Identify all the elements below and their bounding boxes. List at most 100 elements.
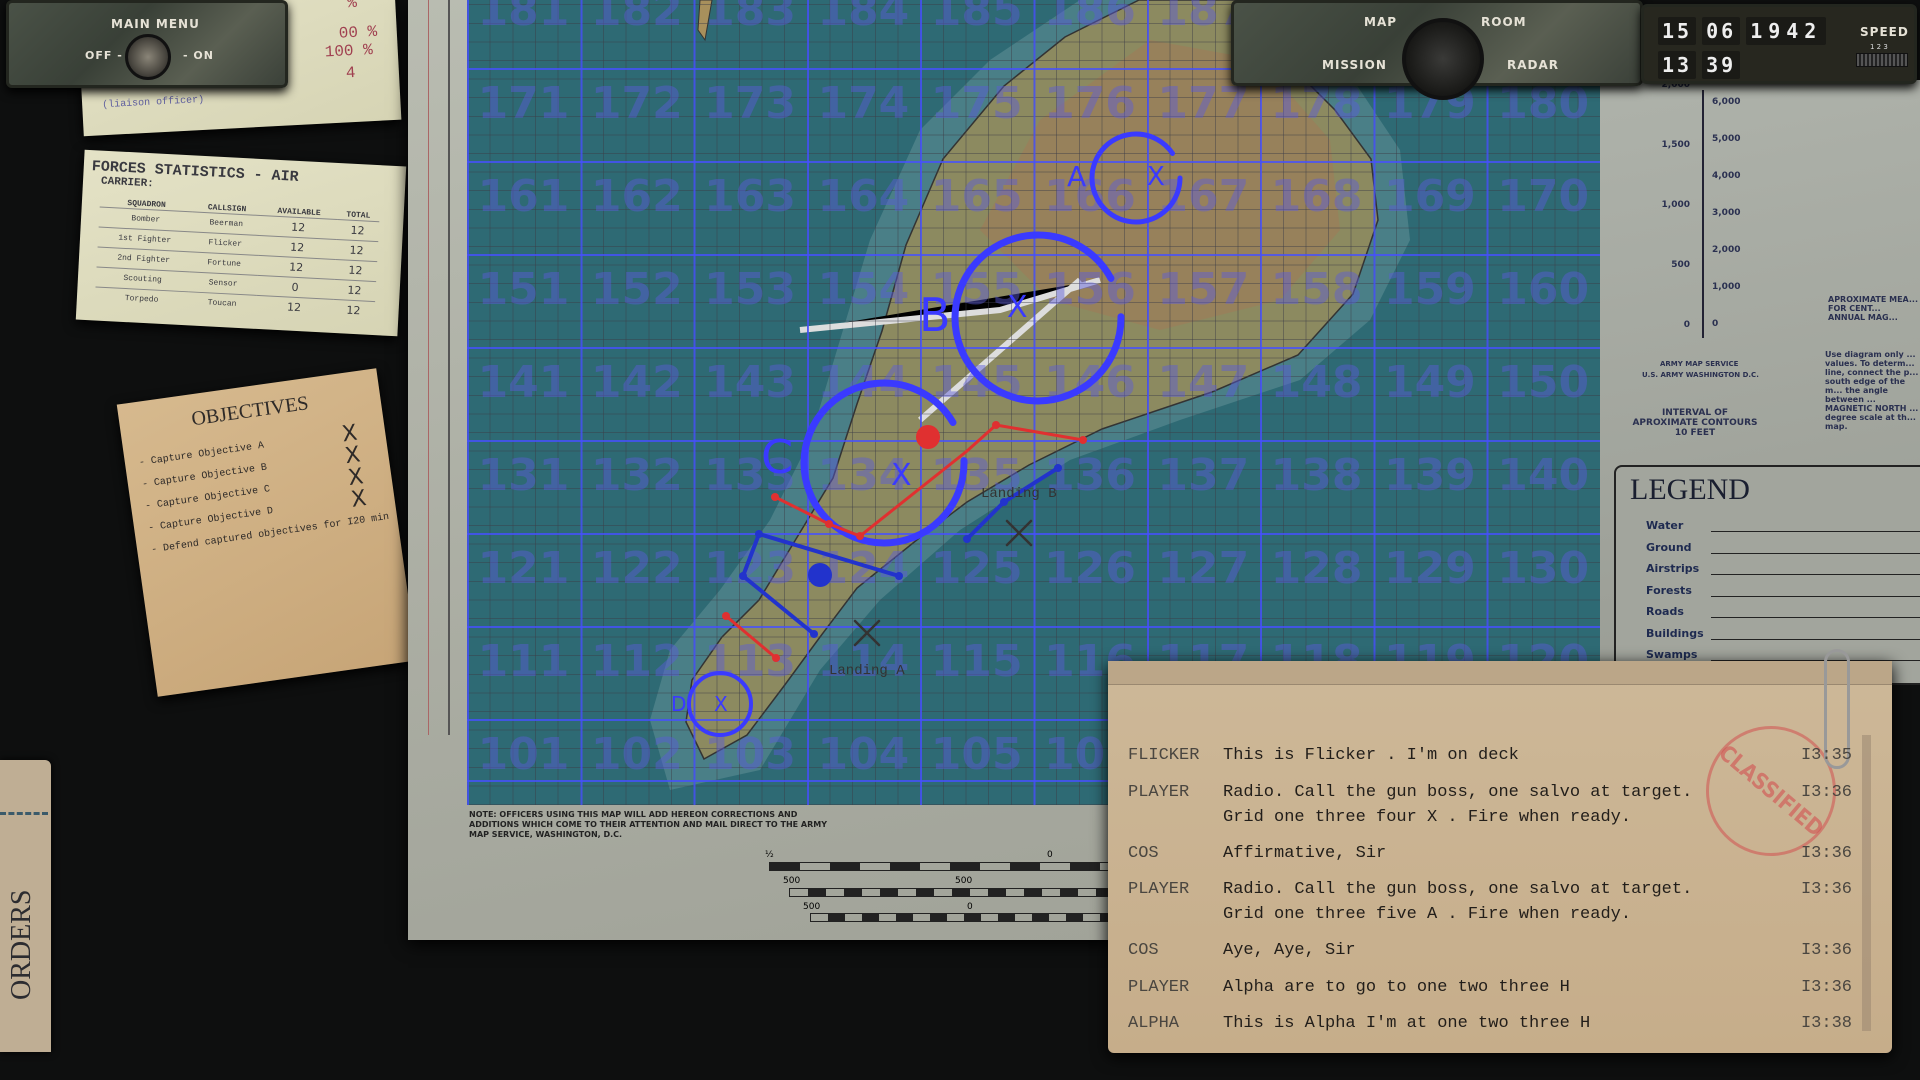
room-option-radar[interactable]: RADAR xyxy=(1507,58,1559,72)
forces-cell: Torpedo xyxy=(94,286,189,312)
legend-item: Swamps xyxy=(1646,648,1698,661)
legend-line xyxy=(1711,552,1920,554)
forces-cell: 12 xyxy=(255,295,333,319)
main-menu-toggle-knob[interactable] xyxy=(125,34,171,80)
landing-a-label: Landing A xyxy=(829,663,905,679)
log-time: I3:36 xyxy=(1800,880,1852,899)
speed-ticks: 1 2 3 xyxy=(1870,43,1888,51)
scale-label: 500 xyxy=(803,902,821,912)
legend-item: Ground xyxy=(1646,540,1692,554)
forces-cell: 12 xyxy=(334,239,379,262)
landing-b-label: Landing B xyxy=(981,486,1057,502)
legend-item: Airstrips xyxy=(1646,562,1700,575)
scale-bar xyxy=(769,862,1110,871)
scale-tick-label: 0 xyxy=(1712,319,1719,329)
scale-bars: ½ 0 500 500 500 0 xyxy=(765,850,1110,930)
orders-label: ORDERS xyxy=(6,889,37,1000)
log-time: I3:38 xyxy=(1800,1014,1852,1033)
objective-c-circle[interactable] xyxy=(800,379,968,547)
objective-b-circle[interactable] xyxy=(951,231,1125,405)
log-speaker: PLAYER xyxy=(1128,880,1190,899)
magnetic-title: APROXIMATE MEA... FOR CENT... ANNUAL MAG… xyxy=(1828,295,1918,322)
objective-d-label: D xyxy=(671,692,687,716)
scale-label: ½ xyxy=(765,850,774,860)
log-scrollbar[interactable] xyxy=(1862,735,1871,1031)
legend-line xyxy=(1711,595,1920,597)
minute-display: 39 xyxy=(1702,51,1741,79)
map-margin-ruler xyxy=(428,0,450,735)
enemy-unit-marker[interactable] xyxy=(916,425,940,449)
map-note: NOTE: OFFICERS USING THIS MAP WILL ADD H… xyxy=(469,810,828,839)
forces-cell: 12 xyxy=(331,299,376,322)
legend-line xyxy=(1711,617,1920,618)
note-cell: 4 xyxy=(345,63,356,83)
forces-statistics-card: FORCES STATISTICS - AIR CARRIER: SQUADRO… xyxy=(75,149,407,337)
legend-item: Roads xyxy=(1646,605,1684,618)
legend-item: Forests xyxy=(1646,583,1692,597)
scale-label: 0 xyxy=(967,902,973,912)
off-label: OFF - xyxy=(85,49,123,62)
note-cell: 00 % xyxy=(338,22,378,43)
scale-tick-label: 5,000 xyxy=(1712,134,1741,144)
check-x-icon: X xyxy=(349,485,369,513)
legend-line xyxy=(1711,531,1920,532)
objective-b-label: B xyxy=(919,288,951,342)
log-entry: COS Aye, Aye, Sir I3:36 xyxy=(1128,938,1852,963)
legend-title: LEGEND xyxy=(1630,473,1750,506)
log-entry: PLAYER Radio. Call the gun boss, one salv… xyxy=(1128,877,1852,927)
agency-2: U.S. ARMY WASHINGTON D.C. xyxy=(1642,371,1759,379)
scale-tick-label: 2,000 xyxy=(1712,245,1741,255)
log-message: This is Flicker . I'm on deck xyxy=(1223,746,1519,765)
log-speaker: FLICKER xyxy=(1128,746,1200,765)
radio-log-panel: CLASSIFIED FLICKER This is Flicker . I'm … xyxy=(1108,649,1892,1053)
log-time: I3:35 xyxy=(1800,746,1852,765)
log-speaker: ALPHA xyxy=(1128,1014,1180,1033)
log-message: Radio. Call the gun boss, one salvo at t… xyxy=(1223,782,1693,827)
scale-label: 0 xyxy=(1047,850,1053,860)
orders-tab[interactable]: ORDERS xyxy=(0,760,51,1052)
room-option-map[interactable]: MAP xyxy=(1364,15,1397,29)
log-message: Radio. Call the gun boss, one salvo at t… xyxy=(1223,880,1693,924)
log-speaker: PLAYER xyxy=(1128,782,1190,802)
room-option-mission[interactable]: MISSION xyxy=(1322,58,1387,72)
room-selector-knob[interactable] xyxy=(1402,18,1484,100)
log-speaker: COS xyxy=(1128,941,1159,960)
forces-table: SQUADRON CALLSIGN AVAILABLE TOTAL Bomber Bee… xyxy=(94,198,380,322)
log-message: Aye, Aye, Sir xyxy=(1223,941,1356,960)
log-entry: COS Affirmative, Sir I3:36 xyxy=(1128,841,1852,866)
scale-tick-label: 1,000 xyxy=(1661,200,1690,210)
scale-bar xyxy=(810,913,1110,922)
forces-cell: 12 xyxy=(333,259,378,282)
scale-label: 500 xyxy=(783,876,801,886)
scale-tick-label: 3,000 xyxy=(1712,208,1741,218)
objective-c-label: C xyxy=(761,430,794,484)
log-time: I3:36 xyxy=(1800,977,1852,997)
legend-line xyxy=(1711,574,1920,575)
room-option-room[interactable]: ROOM xyxy=(1481,15,1527,29)
objective-a-circle[interactable] xyxy=(1089,131,1183,225)
speed-label: SPEED xyxy=(1860,25,1909,39)
log-time: I3:36 xyxy=(1800,782,1852,802)
room-selector-panel: MAP ROOM MISSION RADAR xyxy=(1231,0,1643,100)
target-x-mark xyxy=(853,619,881,647)
magnetic-text: Use diagram only ... values. To determ..… xyxy=(1825,350,1919,431)
scale-tick-label: 4,000 xyxy=(1712,171,1741,181)
torn-edge xyxy=(1108,661,1892,685)
objective-d-x: X xyxy=(714,692,728,716)
friendly-unit-marker[interactable] xyxy=(808,563,832,587)
scale-label: 500 xyxy=(955,876,973,886)
log-time: I3:36 xyxy=(1800,843,1852,863)
speed-slider[interactable] xyxy=(1856,53,1908,67)
log-entry: PLAYER Radio. Call the gun boss, one salv… xyxy=(1128,780,1852,830)
objective-a-x: X xyxy=(1147,162,1165,192)
tab-stitching xyxy=(0,812,48,815)
forces-cell: 12 xyxy=(332,279,377,302)
scale-bar xyxy=(789,888,1110,897)
forces-cell: 12 xyxy=(335,219,380,242)
objectives-card: OBJECTIVES - Capture Objective AX- Captu… xyxy=(116,368,418,697)
log-entry: PLAYER Alpha are to go to one two three H… xyxy=(1128,975,1852,1000)
agency: ARMY MAP SERVICE xyxy=(1660,360,1739,368)
red-route xyxy=(724,614,778,660)
date-time-panel: 15 06 1942 13 39 SPEED 1 2 3 xyxy=(1641,4,1917,84)
contour-interval: INTERVAL OF APROXIMATE CONTOURS 10 FEET xyxy=(1632,408,1758,438)
